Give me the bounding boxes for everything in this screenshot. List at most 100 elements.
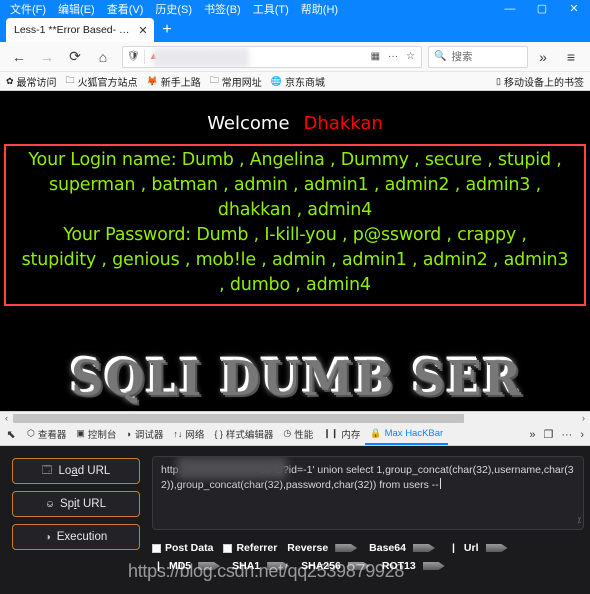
url-payload-textarea[interactable]: http ss-1/?id=-1' union select 1,group_c… (152, 456, 584, 530)
load-url-button[interactable]: 🗔 Load URL (12, 458, 140, 484)
url-dropdown-label[interactable]: Url (464, 542, 479, 554)
horizontal-scrollbar[interactable]: ‹ › (0, 411, 590, 425)
performance-icon: ◷ (283, 428, 292, 438)
overflow-icon[interactable]: » (526, 429, 538, 441)
payload-prefix: http (161, 464, 179, 476)
bookmark-common-sites[interactable]: 🗀 常用网址 (210, 73, 262, 89)
lock-icon: 🔒 (370, 428, 382, 438)
split-icon: ⎉ (45, 498, 54, 510)
devtools-tab-label: 性能 (294, 429, 314, 441)
welcome-text: Welcome (207, 113, 290, 134)
base64-dropdown-label[interactable]: Base64 (369, 542, 406, 554)
devtools-tab-console[interactable]: ▣ 控制台 (71, 424, 121, 445)
network-icon: ↑↓ (173, 428, 183, 439)
md5-dropdown-label[interactable]: MD5 (169, 560, 191, 572)
url-bar[interactable]: 🛡 ▲ ess-1/?id=-1' ▦ ··· ☆ (122, 45, 422, 68)
hackbar-button-column: 🗔 Load URL ⎉ Spit URL ◑ Execution (4, 452, 146, 594)
search-input[interactable]: 搜索 (451, 49, 472, 64)
folder-icon: 🗀 (65, 75, 75, 85)
meatball-menu-icon[interactable]: ··· (558, 429, 575, 441)
options-separator: | (451, 542, 455, 554)
execution-label: Execution (56, 531, 108, 543)
minimize-button[interactable]: — (494, 0, 526, 17)
devtools-tab-network[interactable]: ↑↓ 网络 (168, 424, 209, 445)
devtools-tab-debugger[interactable]: ◗ 调试器 (121, 424, 168, 445)
mobile-icon: ▯ (496, 75, 501, 86)
sha256-dropdown-label[interactable]: SHA256 (301, 560, 341, 572)
scrollbar-track[interactable] (13, 411, 577, 425)
bookmark-star-icon[interactable]: ☆ (404, 51, 417, 62)
sha256-dropdown-arrow-icon[interactable] (347, 562, 370, 570)
result-line: , dumbo , admin4 (219, 275, 371, 295)
browser-tab-less1[interactable]: Less-1 **Error Based- String** ✕ (6, 18, 154, 42)
tab-title: Less-1 **Error Based- String** (14, 24, 132, 36)
result-line: stupidity , genious , mob!le , admin , a… (21, 250, 569, 270)
maximize-button[interactable]: ▢ (526, 0, 558, 17)
md5-dropdown-arrow-icon[interactable] (198, 562, 221, 570)
rot13-dropdown-label[interactable]: ROT13 (382, 560, 416, 572)
reverse-dropdown-arrow-icon[interactable] (335, 544, 358, 552)
url-dropdown-arrow-icon[interactable] (485, 544, 508, 552)
menu-item-bookmarks[interactable]: 书签(B) (198, 4, 247, 17)
reload-icon[interactable]: ⟳ (62, 44, 88, 70)
close-icon[interactable]: ✕ (136, 24, 150, 37)
memory-icon: ❙❙ (323, 428, 339, 438)
search-bar[interactable]: 🔍 搜索 (428, 45, 528, 68)
referrer-label: Referrer (236, 542, 278, 554)
sqli-labs-logo: SQLI DUMB SER (0, 349, 590, 405)
menu-item-help[interactable]: 帮助(H) (295, 4, 344, 17)
reverse-dropdown-label[interactable]: Reverse (287, 542, 328, 554)
devtools-tab-style-editor[interactable]: { } 样式编辑器 (209, 424, 278, 445)
reader-mode-icon[interactable]: ▦ (369, 51, 382, 62)
close-icon[interactable]: › (577, 429, 587, 441)
menu-item-edit[interactable]: 编辑(E) (52, 4, 101, 17)
bookmark-getting-started[interactable]: 🦊 新手上路 (147, 74, 201, 89)
split-url-button[interactable]: ⎉ Spit URL (12, 491, 140, 517)
star-icon: ✿ (6, 75, 14, 86)
menu-item-tools[interactable]: 工具(T) (247, 4, 295, 17)
execution-button[interactable]: ◑ Execution (12, 524, 140, 550)
page-content: Welcome Dhakkan Your Login name: Dumb , A… (0, 91, 590, 411)
menu-item-file[interactable]: 文件(F) (4, 4, 52, 17)
bookmark-mobile-folder[interactable]: ▯ 移动设备上的书签 (496, 74, 584, 89)
devtools-tab-inspector[interactable]: ⬡ 查看器 (22, 424, 71, 445)
sha1-dropdown-label[interactable]: SHA1 (232, 560, 260, 572)
welcome-heading: Welcome Dhakkan (0, 91, 590, 134)
scroll-left-icon[interactable]: ‹ (0, 413, 13, 423)
rot13-dropdown-arrow-icon[interactable] (422, 562, 445, 570)
forward-icon[interactable]: → (34, 44, 60, 70)
redacted-url-region (153, 47, 249, 67)
dock-icon[interactable]: ❐ (540, 428, 556, 441)
scrollbar-thumb[interactable] (13, 413, 465, 423)
hamburger-menu-icon[interactable]: ≡ (558, 44, 584, 70)
devtools-tab-label: 查看器 (37, 429, 67, 441)
page-actions-icon[interactable]: ··· (386, 51, 400, 62)
close-button[interactable]: ✕ (558, 0, 590, 17)
result-line: Your Login name: Dumb , Angelina , Dummy… (28, 150, 562, 170)
post-data-checkbox[interactable] (152, 543, 161, 553)
bookmark-most-visited[interactable]: ✿ 最常访问 (6, 74, 57, 89)
sha1-dropdown-arrow-icon[interactable] (267, 562, 290, 570)
scroll-right-icon[interactable]: › (577, 413, 590, 423)
result-line: superman , batman , admin , admin1 , adm… (49, 175, 541, 195)
bookmark-label: 火狐官方站点 (77, 77, 138, 89)
devtools-tab-max-hackbar[interactable]: 🔒 Max HacKBar (365, 424, 449, 445)
devtools-tab-memory[interactable]: ❙❙ 内存 (318, 424, 365, 445)
resize-handle-icon[interactable]: ⁒ (577, 513, 581, 528)
element-picker-icon[interactable]: ⬉ (0, 424, 22, 445)
text-caret (439, 478, 441, 489)
referrer-checkbox[interactable] (223, 543, 233, 553)
menu-item-view[interactable]: 查看(V) (101, 4, 150, 17)
home-icon[interactable]: ⌂ (90, 44, 116, 70)
new-tab-button[interactable]: + (154, 18, 180, 42)
menu-item-history[interactable]: 历史(S) (149, 4, 198, 17)
bookmark-firefox-official[interactable]: 🗀 火狐官方站点 (66, 73, 138, 89)
welcome-username: Dhakkan (303, 113, 383, 134)
bookmark-jd[interactable]: 🌐 京东商城 (271, 74, 325, 89)
toolbar-overflow-icon[interactable]: » (530, 44, 556, 70)
devtools-tab-label: 样式编辑器 (225, 429, 274, 441)
base64-dropdown-arrow-icon[interactable] (412, 544, 435, 552)
menu-bar: 文件(F) 编辑(E) 查看(V) 历史(S) 书签(B) 工具(T) 帮助(H… (0, 0, 590, 17)
back-icon[interactable]: ← (6, 44, 32, 70)
devtools-tab-performance[interactable]: ◷ 性能 (278, 424, 318, 445)
